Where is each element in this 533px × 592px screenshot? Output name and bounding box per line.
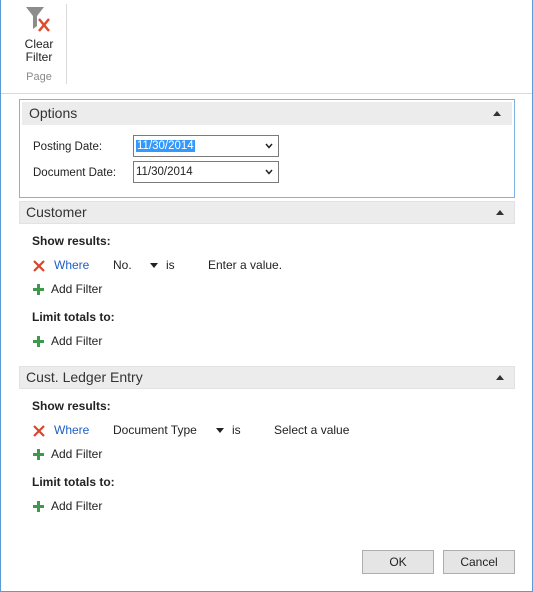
collapse-chevron-icon[interactable] bbox=[493, 111, 501, 116]
clear-filter-button[interactable]: Clear Filter bbox=[19, 4, 59, 68]
customer-limit-add-filter[interactable]: Add Filter bbox=[32, 334, 152, 350]
document-date-label: Document Date: bbox=[33, 167, 117, 179]
filter-operator: is bbox=[232, 423, 241, 437]
ledger-header[interactable]: Cust. Ledger Entry bbox=[19, 366, 515, 389]
posting-date-field[interactable]: 11/30/2014 bbox=[133, 135, 279, 157]
ribbon-group-page: Clear Filter Page bbox=[15, 4, 67, 84]
filter-field-select[interactable]: No. bbox=[113, 258, 132, 272]
options-section: Options Posting Date: 11/30/2014 Documen… bbox=[19, 99, 515, 198]
posting-date-label: Posting Date: bbox=[33, 141, 103, 153]
add-icon bbox=[33, 284, 44, 295]
customer-header[interactable]: Customer bbox=[19, 201, 515, 224]
add-filter-label: Add Filter bbox=[51, 334, 103, 348]
field-dropdown-icon[interactable] bbox=[150, 263, 158, 268]
filter-value-input[interactable]: Enter a value. bbox=[208, 258, 282, 272]
document-date-field[interactable]: 11/30/2014 bbox=[133, 161, 279, 183]
ledger-limit-totals-label: Limit totals to: bbox=[32, 475, 115, 489]
options-header[interactable]: Options bbox=[22, 102, 512, 125]
remove-filter-icon[interactable] bbox=[32, 259, 46, 273]
where-link[interactable]: Where bbox=[54, 258, 89, 272]
add-filter-label: Add Filter bbox=[51, 447, 103, 461]
add-filter-label: Add Filter bbox=[51, 499, 103, 513]
ledger-show-results-label: Show results: bbox=[32, 399, 111, 413]
filter-field-select[interactable]: Document Type bbox=[113, 423, 197, 437]
field-dropdown-icon[interactable] bbox=[216, 428, 224, 433]
filter-value-input[interactable]: Select a value bbox=[274, 423, 349, 437]
clear-filter-icon bbox=[26, 7, 50, 32]
ribbon-group-label: Page bbox=[26, 71, 52, 83]
options-title: Options bbox=[29, 105, 78, 121]
ledger-filter-row: Where Document Type is Select a value bbox=[32, 423, 362, 439]
remove-filter-icon[interactable] bbox=[32, 424, 46, 438]
add-filter-label: Add Filter bbox=[51, 282, 103, 296]
ledger-limit-add-filter[interactable]: Add Filter bbox=[32, 499, 152, 515]
ledger-title: Cust. Ledger Entry bbox=[26, 369, 143, 385]
customer-limit-totals-label: Limit totals to: bbox=[32, 310, 115, 324]
collapse-chevron-icon[interactable] bbox=[496, 375, 504, 380]
collapse-chevron-icon[interactable] bbox=[496, 210, 504, 215]
filter-operator: is bbox=[166, 258, 175, 272]
customer-add-filter[interactable]: Add Filter bbox=[32, 282, 152, 298]
chevron-down-icon[interactable] bbox=[265, 168, 273, 176]
customer-filter-row: Where No. is Enter a value. bbox=[32, 258, 332, 274]
add-icon bbox=[33, 449, 44, 460]
chevron-down-icon[interactable] bbox=[265, 142, 273, 150]
cancel-button[interactable]: Cancel bbox=[443, 550, 515, 574]
ribbon: Clear Filter Page bbox=[1, 0, 532, 94]
ledger-add-filter[interactable]: Add Filter bbox=[32, 447, 152, 463]
ok-button[interactable]: OK bbox=[362, 550, 434, 574]
posting-date-value: 11/30/2014 bbox=[136, 140, 195, 152]
request-page-window: Clear Filter Page Options Posting Date: … bbox=[0, 0, 533, 592]
clear-filter-label-line2: Filter bbox=[25, 50, 53, 64]
where-link[interactable]: Where bbox=[54, 423, 89, 437]
add-icon bbox=[33, 501, 44, 512]
customer-show-results-label: Show results: bbox=[32, 234, 111, 248]
customer-title: Customer bbox=[26, 204, 87, 220]
add-icon bbox=[33, 336, 44, 347]
document-date-value: 11/30/2014 bbox=[136, 166, 193, 178]
